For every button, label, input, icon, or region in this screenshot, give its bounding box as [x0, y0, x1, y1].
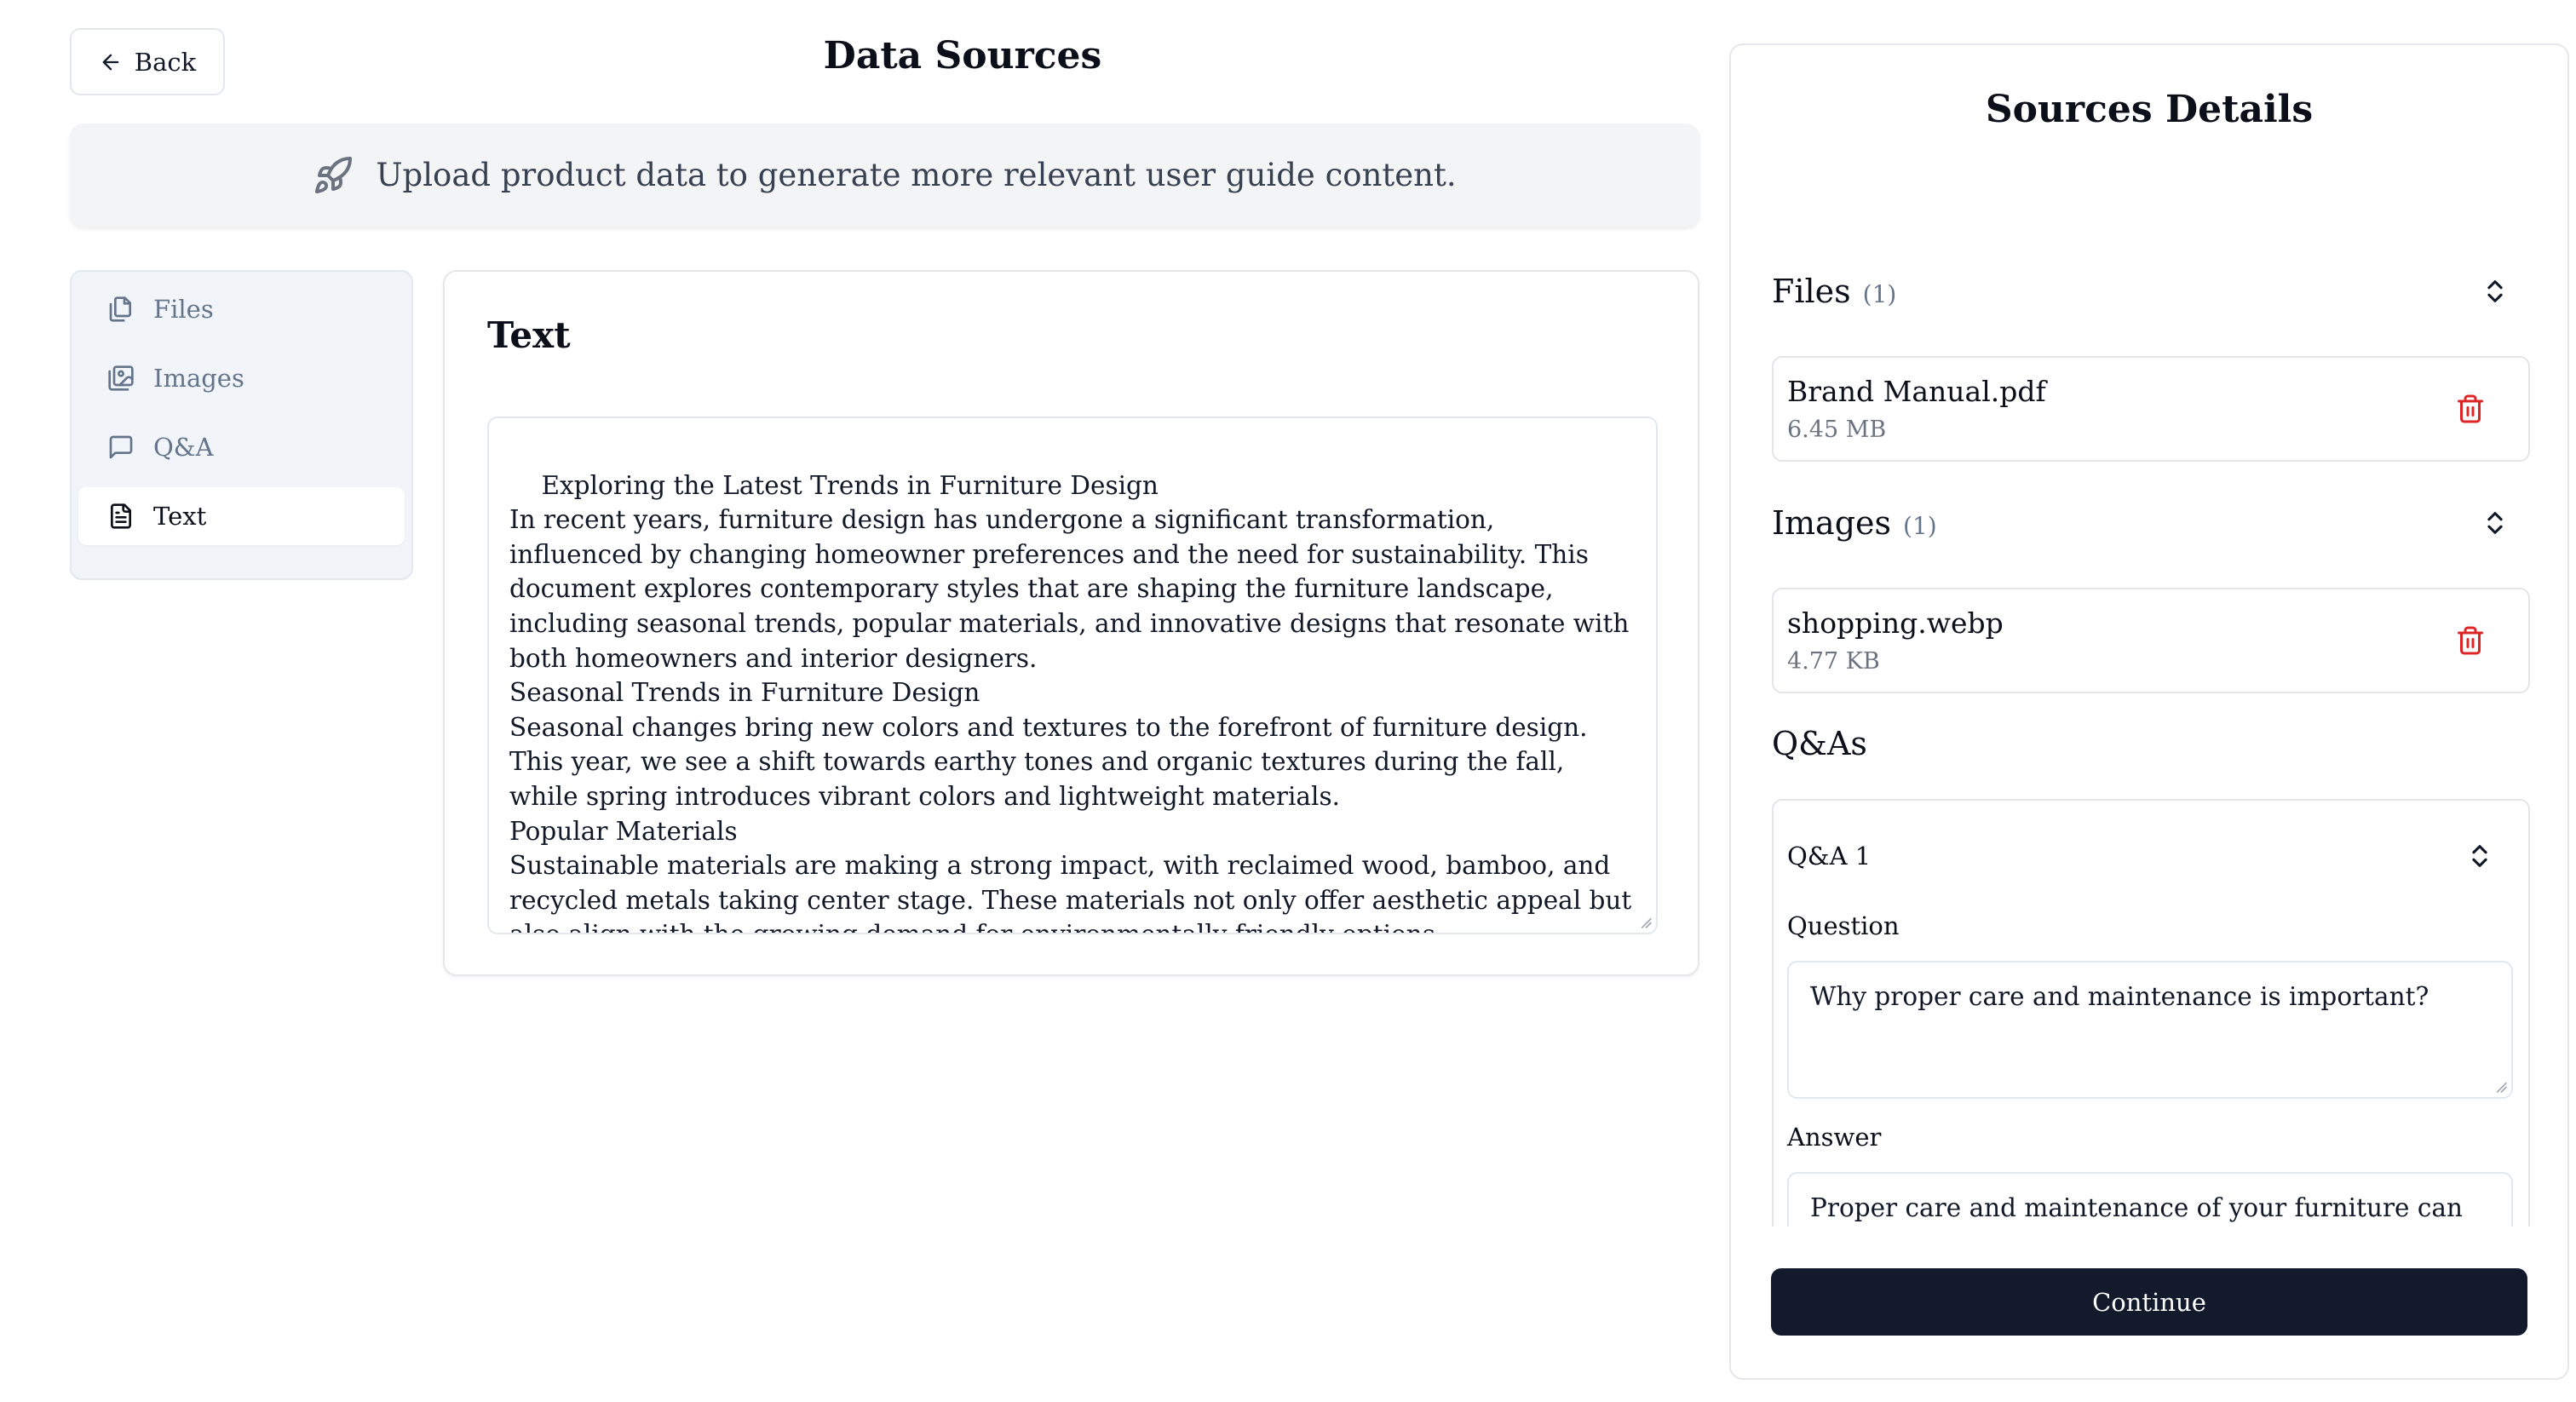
source-type-sidebar: Files Images Q&A Text	[70, 270, 413, 580]
page-title: Data Sources	[823, 34, 1102, 78]
files-section-label: Files	[1772, 273, 1851, 310]
question-text: Why proper care and maintenance is impor…	[1810, 982, 2429, 1011]
details-scroll-area[interactable]: Files (1) Brand Manual.pdf 6.45 MB Image…	[1772, 215, 2530, 1227]
sidebar-item-text[interactable]: Text	[78, 487, 405, 545]
sidebar-item-label: Q&A	[153, 433, 214, 462]
qa-item: Q&A 1 Question Why proper care and maint…	[1772, 799, 2530, 1227]
chevrons-up-down-icon[interactable]	[2481, 504, 2510, 542]
trash-icon[interactable]	[2455, 623, 2486, 658]
sidebar-item-label: Text	[153, 502, 207, 531]
images-icon	[108, 365, 134, 391]
info-banner: Upload product data to generate more rel…	[70, 124, 1699, 227]
image-size: 4.77 KB	[1787, 648, 1880, 675]
chevrons-up-down-icon[interactable]	[2465, 837, 2494, 875]
image-item: shopping.webp 4.77 KB	[1772, 588, 2530, 693]
arrow-left-icon	[102, 54, 119, 70]
images-count: (1)	[1903, 512, 1937, 540]
resize-handle-icon[interactable]	[2494, 1080, 2508, 1094]
qas-section-label: Q&As	[1772, 725, 1867, 762]
question-textarea[interactable]: Why proper care and maintenance is impor…	[1787, 961, 2513, 1099]
sidebar-item-qa[interactable]: Q&A	[78, 418, 405, 476]
answer-text: Proper care and maintenance of your furn…	[1810, 1193, 2463, 1222]
chevrons-up-down-icon[interactable]	[2481, 273, 2510, 310]
file-name: Brand Manual.pdf	[1787, 375, 2046, 408]
image-name: shopping.webp	[1787, 606, 2004, 640]
banner-text: Upload product data to generate more rel…	[376, 157, 1457, 193]
text-content-textarea[interactable]: Exploring the Latest Trends in Furniture…	[487, 417, 1658, 934]
back-button-label: Back	[134, 47, 197, 77]
files-count: (1)	[1862, 280, 1897, 308]
qa-item-header[interactable]: Q&A 1	[1787, 830, 2494, 882]
back-button[interactable]: Back	[70, 28, 225, 95]
qa-item-title: Q&A 1	[1787, 842, 1872, 871]
images-section-label: Images	[1772, 504, 1892, 542]
file-size: 6.45 MB	[1787, 417, 1887, 443]
trash-icon[interactable]	[2455, 392, 2486, 426]
panel-title: Sources Details	[1985, 88, 2314, 131]
text-card-title: Text	[487, 314, 571, 356]
text-content: Exploring the Latest Trends in Furniture…	[509, 470, 1632, 933]
sources-details-panel: Sources Details Files (1) Brand Manual.p…	[1729, 43, 2569, 1380]
answer-label: Answer	[1787, 1123, 1882, 1152]
sidebar-item-files[interactable]: Files	[78, 280, 405, 338]
text-source-card: Text Exploring the Latest Trends in Furn…	[443, 270, 1699, 976]
files-section-header: Files (1)	[1772, 266, 2530, 317]
sidebar-item-label: Images	[153, 364, 244, 393]
answer-textarea[interactable]: Proper care and maintenance of your furn…	[1787, 1172, 2513, 1227]
file-text-icon	[111, 503, 131, 529]
rocket-icon	[315, 156, 353, 193]
sidebar-item-images[interactable]: Images	[78, 349, 405, 407]
images-section-header: Images (1)	[1772, 497, 2530, 549]
resize-handle-icon[interactable]	[1639, 916, 1653, 929]
sidebar-item-label: Files	[153, 295, 214, 324]
message-square-icon	[109, 435, 133, 459]
continue-button[interactable]: Continue	[1771, 1268, 2527, 1336]
question-label: Question	[1787, 911, 1900, 940]
qas-section-header: Q&As	[1772, 718, 2530, 769]
files-icon	[109, 296, 131, 322]
file-item: Brand Manual.pdf 6.45 MB	[1772, 356, 2530, 462]
